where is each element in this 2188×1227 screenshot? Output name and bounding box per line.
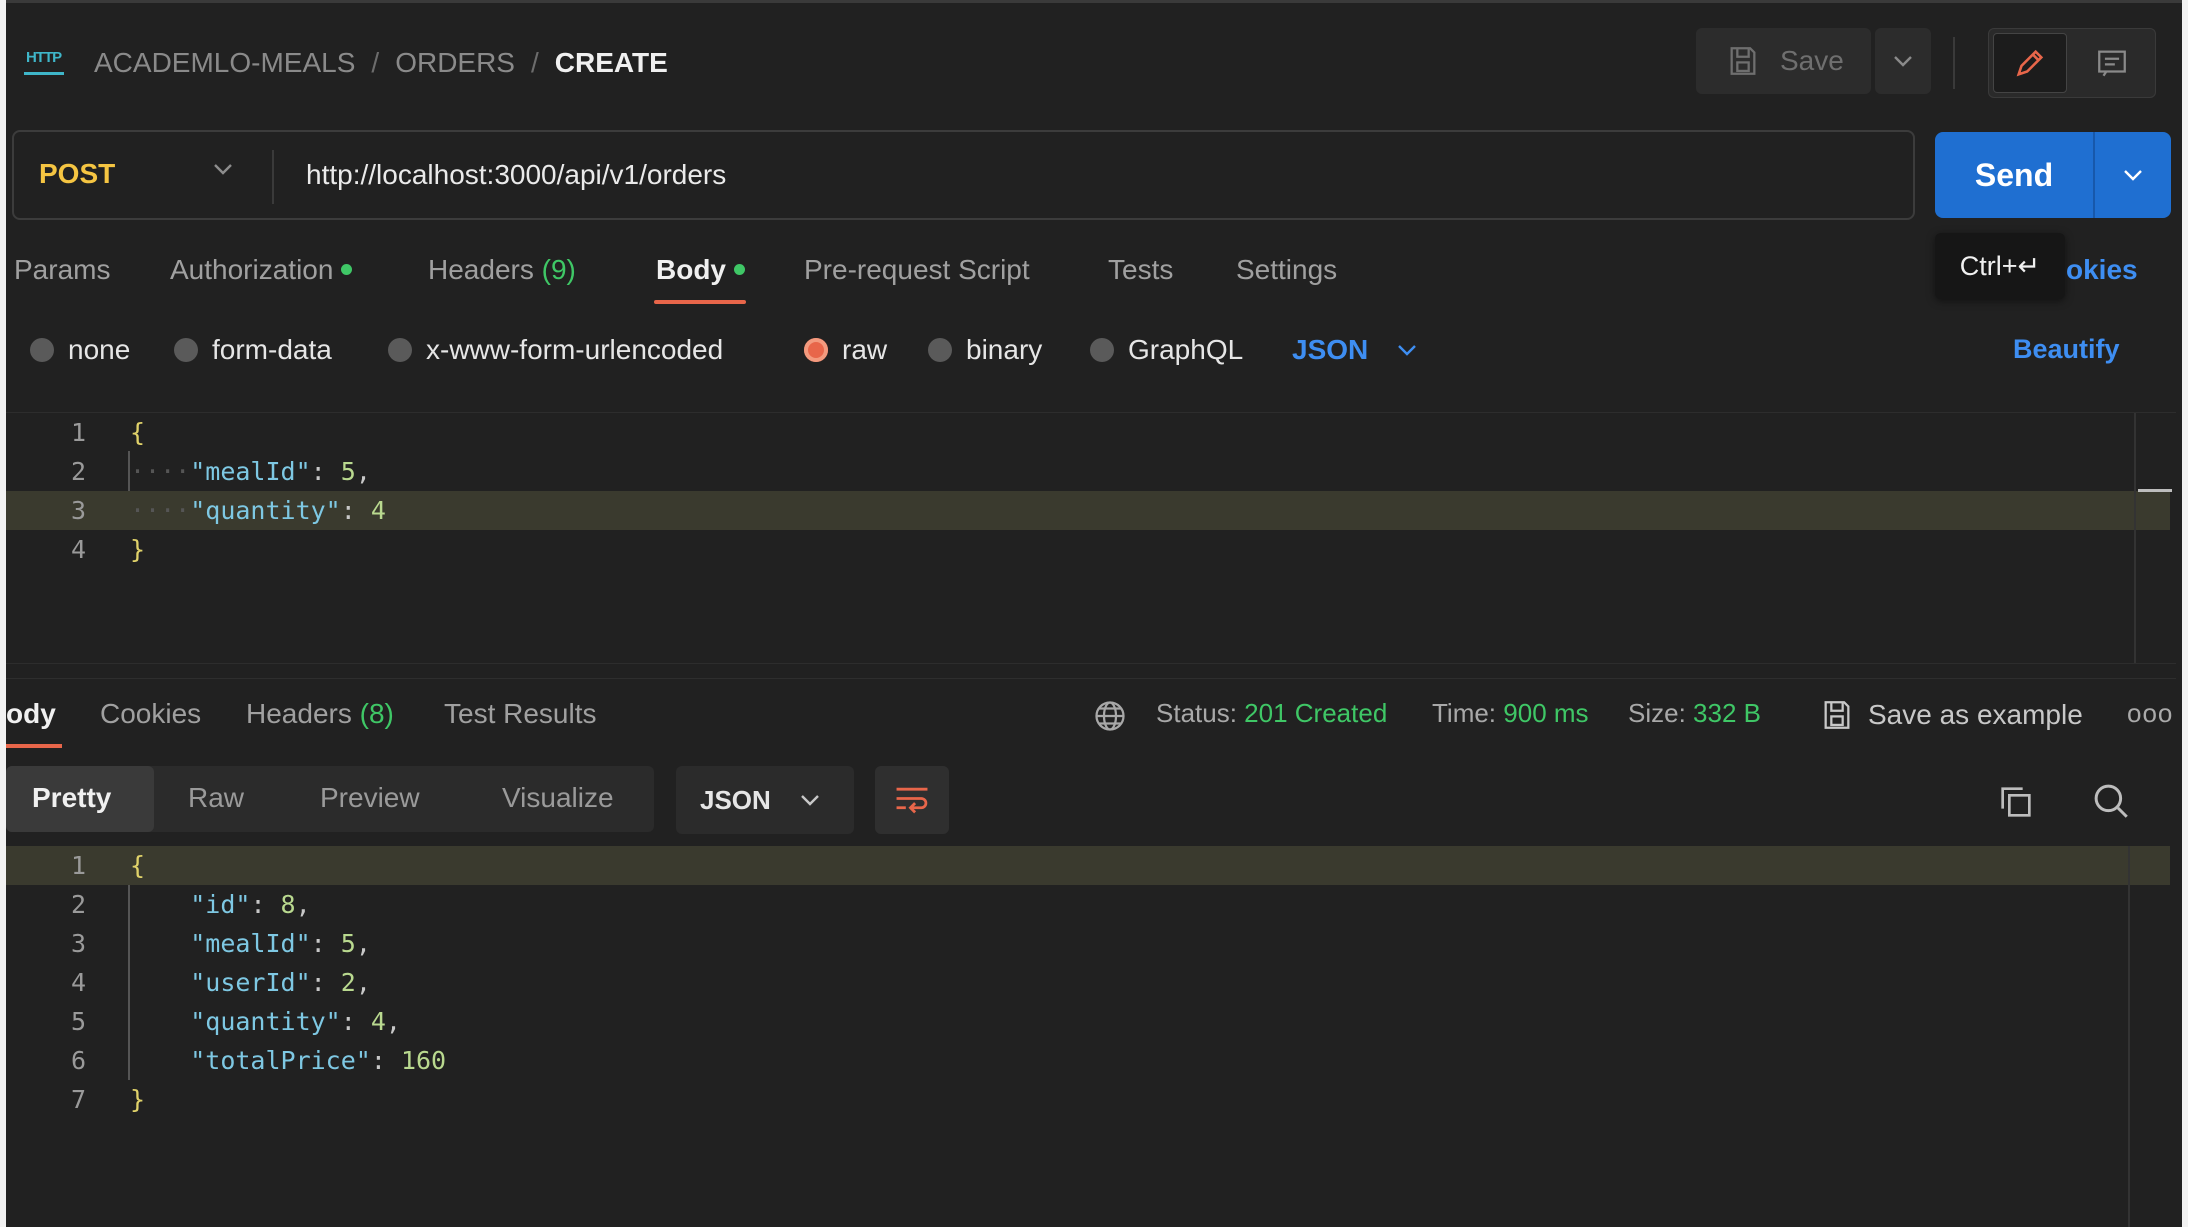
response-format-select[interactable]: JSON [676,766,854,834]
globe-icon[interactable] [1092,698,1128,734]
chevron-down-icon [1398,345,1417,356]
tab-body[interactable]: Body [656,254,745,286]
editor-scrollbar[interactable] [2134,413,2136,663]
more-options-icon[interactable]: ooo [2127,698,2173,729]
beautify-button[interactable]: Beautify [2013,334,2120,365]
code-line-current: 3 ····"quantity": 4 [6,491,2170,530]
breadcrumb-separator: / [371,47,380,78]
code-line: 2 ····"mealId": 5, [70,457,371,486]
code-line: 4 "userId": 2, [70,968,371,997]
save-icon [1730,47,1756,75]
breadcrumb-collection[interactable]: ACADEMLO-MEALS [94,47,355,79]
header-divider [1953,37,1955,89]
chevron-down-icon [2124,170,2142,181]
tab-test-results[interactable]: Test Results [444,698,597,730]
response-view-tabs: Pretty Raw Preview Visualize [6,766,654,832]
chevron-down-icon[interactable] [212,162,234,181]
search-icon[interactable] [2090,780,2132,822]
chevron-down-icon [1894,56,1912,67]
cursor-marker [2138,489,2172,492]
radio-none[interactable]: none [30,334,130,366]
radio-raw[interactable]: raw [804,334,887,366]
breadcrumb-folder[interactable]: ORDERS [395,47,515,79]
tab-pre-request-script[interactable]: Pre-request Script [804,254,1030,286]
status-dot [341,264,353,276]
save-button[interactable]: Save [1696,28,1871,94]
comment-icon [2098,50,2126,77]
radio-graphql[interactable]: GraphQL [1090,334,1243,366]
chevron-down-icon [800,795,819,806]
code-line: 5 "quantity": 4, [70,1007,401,1036]
status-dot [734,264,745,276]
view-preview[interactable]: Preview [320,782,420,814]
radio-x-www-form-urlencoded[interactable]: x-www-form-urlencoded [388,334,723,366]
http-method-select[interactable]: POST [39,158,115,190]
tab-headers[interactable]: Headers (9) [428,254,576,286]
radio-binary[interactable]: binary [928,334,1042,366]
code-line: 6 "totalPrice": 160 [70,1046,447,1075]
word-wrap-button[interactable] [875,766,949,834]
view-mode-toggle [1988,28,2156,98]
radio-form-data[interactable]: form-data [174,334,332,366]
save-options-button[interactable] [1875,28,1931,94]
code-line-current: 1 { [6,846,2170,885]
view-visualize[interactable]: Visualize [502,782,614,814]
request-body-editor[interactable]: 1 { 2 ····"mealId": 5, 3 ····"quantity":… [6,412,2176,664]
code-line: 4 } [70,535,146,564]
body-type-selector: none form-data x-www-form-urlencoded raw… [30,334,2150,374]
response-separator [6,678,2176,679]
tab-params[interactable]: Params [14,254,110,286]
response-scrollbar[interactable] [2128,846,2130,1227]
send-button[interactable]: Send [1935,132,2093,218]
edit-mode-button[interactable] [1993,33,2067,93]
tab-authorization[interactable]: Authorization [170,254,353,286]
response-size[interactable]: Size: 332 B [1628,698,1761,729]
response-body-viewer[interactable]: 1 { 2 "id": 8, 3 "mealId": 5, 4 "userId"… [6,846,2176,1227]
window-edge-right [2182,0,2188,1227]
documentation-button[interactable] [2075,33,2149,93]
send-options-button[interactable] [2095,132,2171,218]
tab-response-headers[interactable]: Headers (8) [246,698,394,730]
code-line: 2 "id": 8, [70,890,311,919]
postman-window: HTTP ACADEMLO-MEALS / ORDERS / CREATE Sa… [0,0,2188,1227]
http-request-icon: HTTP [24,45,68,79]
view-pretty[interactable]: Pretty [32,782,111,814]
code-line: 7 } [70,1085,146,1114]
active-tab-indicator [654,300,746,304]
breadcrumb: ACADEMLO-MEALS / ORDERS / CREATE [94,47,668,79]
send-shortcut-tooltip: Ctrl+↵ [1935,233,2065,299]
tab-settings[interactable]: Settings [1236,254,1337,286]
breadcrumb-separator: / [530,47,539,78]
breadcrumb-request-name[interactable]: CREATE [555,47,668,79]
request-header: HTTP ACADEMLO-MEALS / ORDERS / CREATE Sa… [6,3,2182,123]
url-input[interactable]: http://localhost:3000/api/v1/orders [306,159,726,191]
url-bar: POST http://localhost:3000/api/v1/orders [12,130,1915,220]
code-line: 1 { [70,418,146,447]
wrap-lines-icon [896,787,928,814]
active-tab-indicator [6,744,62,748]
url-separator [272,150,274,204]
pencil-icon [2016,49,2044,77]
save-label: Save [1780,45,1844,76]
save-icon [1824,701,1850,729]
tab-tests[interactable]: Tests [1108,254,1173,286]
raw-format-select[interactable]: JSON [1292,334,1418,366]
save-as-example-button[interactable]: Save as example [1820,698,2083,732]
tab-response-cookies[interactable]: Cookies [100,698,201,730]
copy-icon[interactable] [1996,782,2036,822]
tab-response-body[interactable]: ody [6,698,56,730]
response-time[interactable]: Time: 900 ms [1432,698,1589,729]
code-line: 3 "mealId": 5, [70,929,371,958]
response-status[interactable]: Status: 201 Created [1156,698,1387,729]
cookies-link[interactable]: okies [2066,254,2138,286]
view-raw[interactable]: Raw [188,782,244,814]
